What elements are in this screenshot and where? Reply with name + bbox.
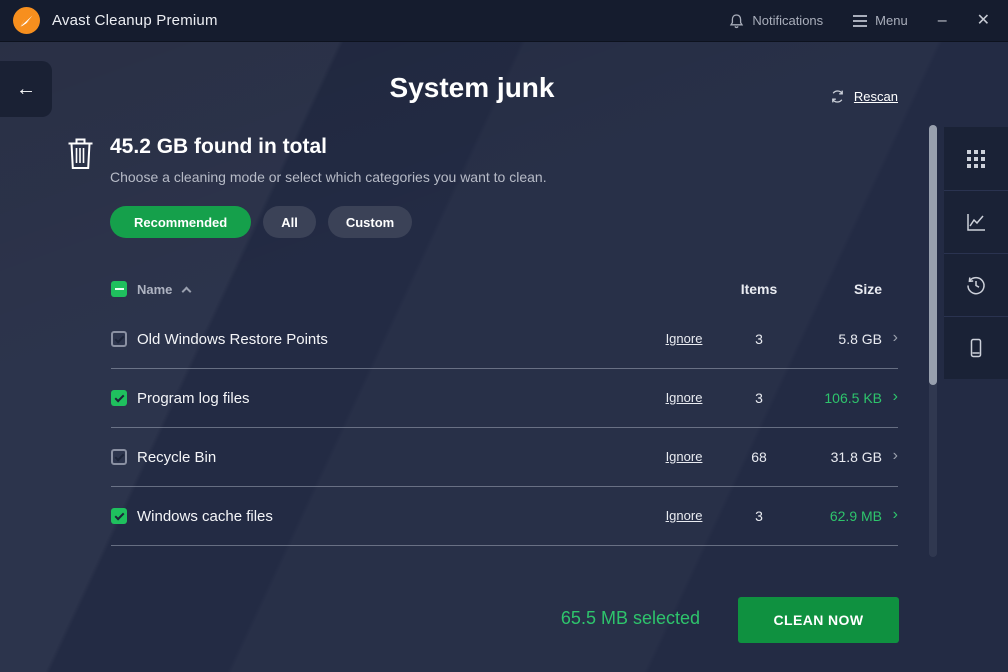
minimize-button[interactable]: – [938,13,947,29]
row-size: 62.9 MB [794,508,882,524]
refresh-icon [829,88,846,105]
chevron-right-icon: › [882,507,898,525]
hamburger-icon [853,12,867,30]
clean-now-button[interactable]: CLEAN NOW [738,597,899,643]
row-size: 31.8 GB [794,449,882,465]
right-sidebar [944,127,1008,379]
titlebar: Avast Cleanup Premium Notifications Menu… [0,0,1008,42]
row-name: Recycle Bin [137,449,644,466]
sidebar-item-history[interactable] [944,253,1008,316]
column-header-name[interactable]: Name [137,282,644,297]
ignore-link[interactable]: Ignore [666,449,703,464]
row-checkbox[interactable] [111,390,127,406]
notifications-label: Notifications [752,13,823,28]
scrollbar-thumb[interactable] [929,125,937,385]
mode-all-button[interactable]: All [263,206,316,238]
chevron-right-icon: › [882,448,898,466]
grid-icon [965,148,987,170]
bell-icon [729,13,744,29]
row-name: Old Windows Restore Points [137,331,644,348]
table-row[interactable]: Windows cache files Ignore 3 62.9 MB › [111,487,898,546]
back-button[interactable]: ← [0,61,52,117]
total-found-heading: 45.2 GB found in total [110,135,327,159]
ignore-link[interactable]: Ignore [666,331,703,346]
column-header-size: Size [794,281,882,297]
select-all-checkbox[interactable] [111,281,127,297]
table-header: Name Items Size [111,268,898,310]
row-size: 5.8 GB [794,331,882,347]
chart-icon [964,210,988,234]
menu-label: Menu [875,13,908,28]
chevron-right-icon: › [882,389,898,407]
row-checkbox[interactable] [111,331,127,347]
sidebar-item-statistics[interactable] [944,190,1008,253]
back-arrow-icon: ← [16,78,36,101]
page-title: System junk [0,72,944,104]
ignore-link[interactable]: Ignore [666,390,703,405]
avast-logo-icon [13,7,40,34]
ignore-link[interactable]: Ignore [666,508,703,523]
row-items: 3 [724,508,794,524]
mode-recommended-button[interactable]: Recommended [110,206,251,238]
row-items: 3 [724,331,794,347]
cleaning-mode-pills: Recommended All Custom [110,206,412,238]
selected-size-label: 65.5 MB selected [561,608,700,629]
summary-subtitle: Choose a cleaning mode or select which c… [110,169,547,185]
trash-icon [67,137,94,170]
column-header-items: Items [724,281,794,297]
row-name: Windows cache files [137,508,644,525]
notifications-button[interactable]: Notifications [729,13,823,29]
row-items: 68 [724,449,794,465]
mobile-icon [964,336,988,360]
history-icon [964,273,988,297]
mode-custom-button[interactable]: Custom [328,206,412,238]
sort-ascending-icon [182,286,192,296]
menu-button[interactable]: Menu [853,12,908,30]
sidebar-item-mobile[interactable] [944,316,1008,379]
app-title: Avast Cleanup Premium [52,12,218,29]
table-row[interactable]: Recycle Bin Ignore 68 31.8 GB › [111,428,898,487]
chevron-right-icon: › [882,330,898,348]
row-checkbox[interactable] [111,508,127,524]
table-row[interactable]: Program log files Ignore 3 106.5 KB › [111,369,898,428]
row-items: 3 [724,390,794,406]
junk-categories-table: Name Items Size Old Windows Restore Poin… [111,268,898,546]
row-name: Program log files [137,390,644,407]
sidebar-item-dashboard[interactable] [944,127,1008,190]
row-size: 106.5 KB [794,390,882,406]
table-row[interactable]: Old Windows Restore Points Ignore 3 5.8 … [111,310,898,369]
close-button[interactable]: ✕ [977,13,990,29]
row-checkbox[interactable] [111,449,127,465]
rescan-label: Rescan [854,89,898,104]
rescan-button[interactable]: Rescan [829,88,898,105]
